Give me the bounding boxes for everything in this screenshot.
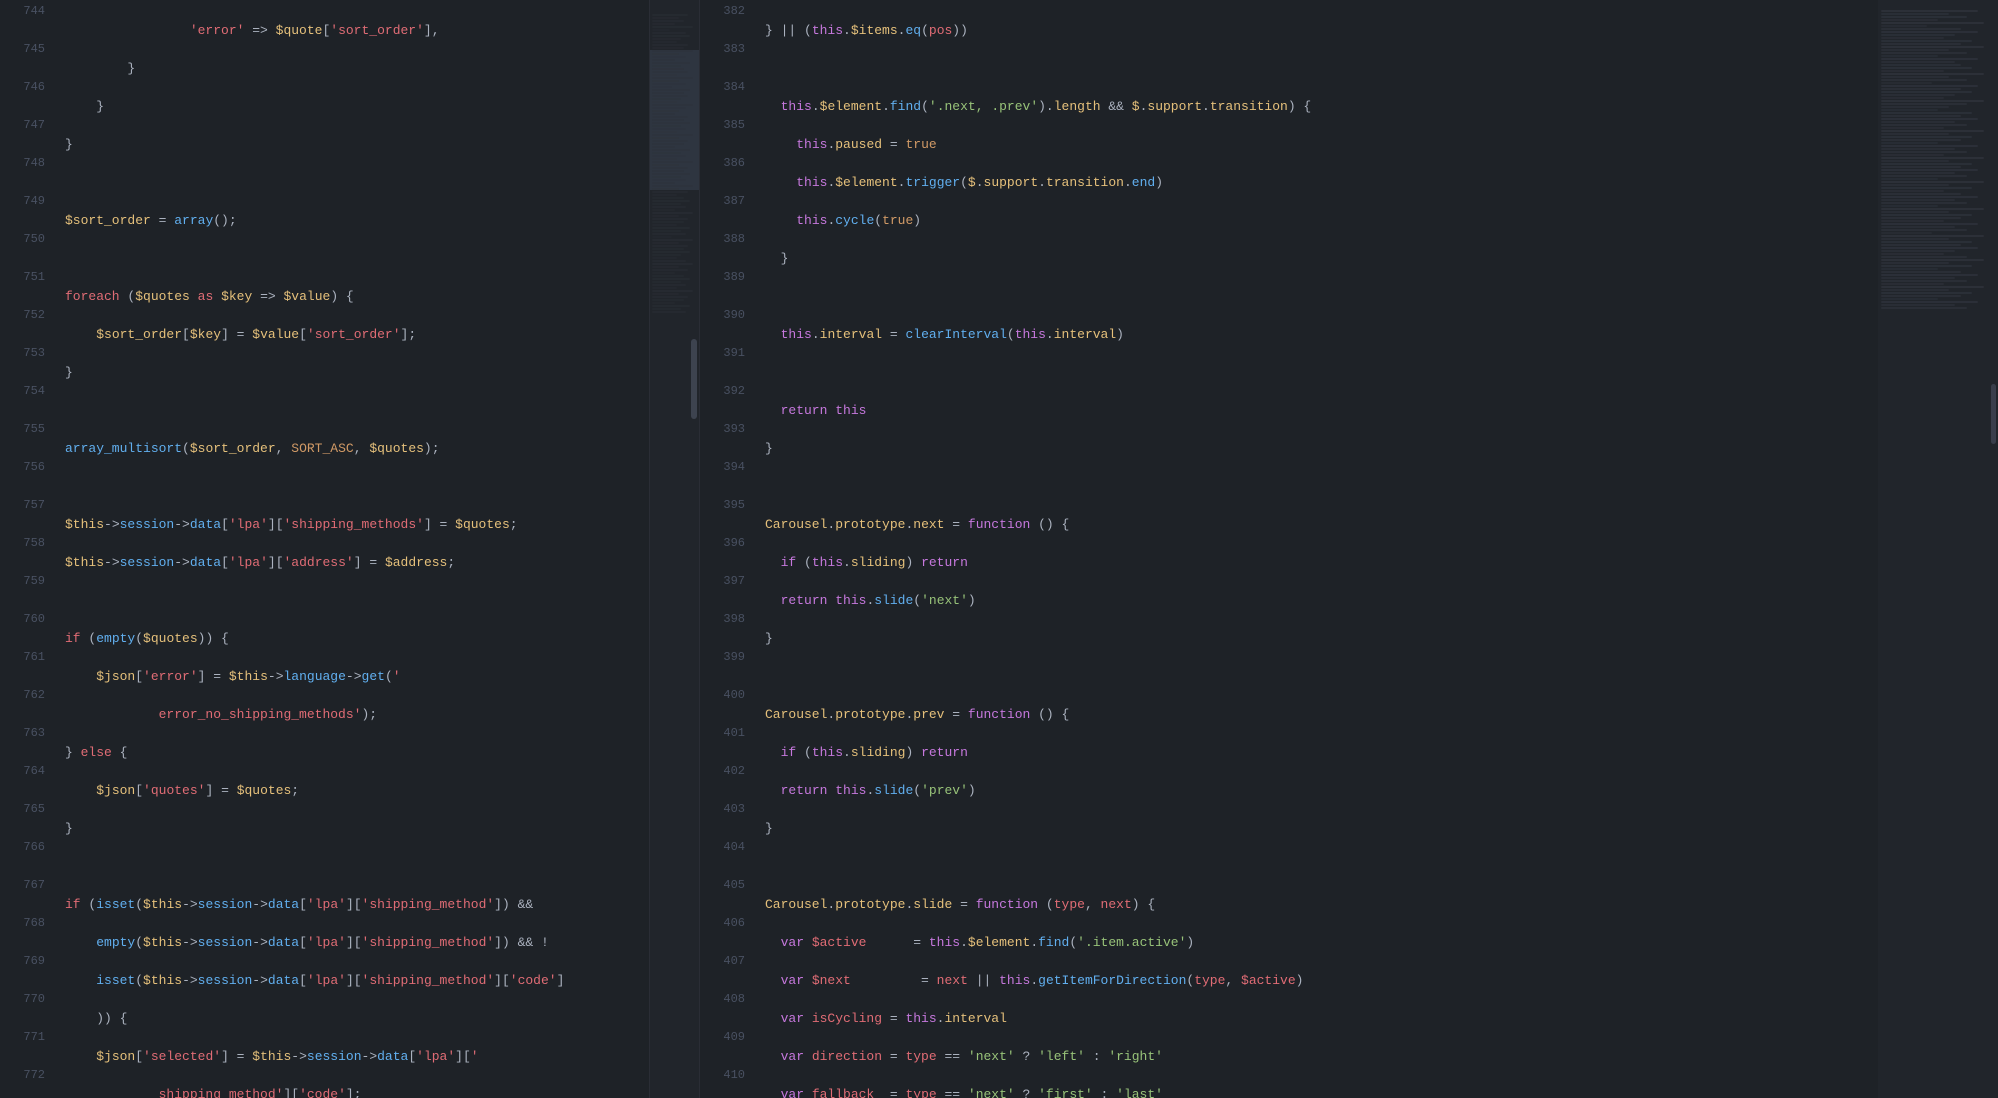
minimap-left [650,10,699,1098]
code-content-right[interactable]: } || (this.$items.eq(pos)) this.$element… [755,0,1878,1098]
middle-scrollbar[interactable] [650,0,700,1098]
right-pane[interactable]: 382 383 384 385 386 387 388 389 390 391 … [700,0,1878,1098]
left-pane[interactable]: 744 745 746 747 748 749 750 751 752 753 … [0,0,650,1098]
editor-container: 744 745 746 747 748 749 750 751 752 753 … [0,0,1998,1098]
line-numbers-right: 382 383 384 385 386 387 388 389 390 391 … [700,0,755,1098]
line-numbers-left: 744 745 746 747 748 749 750 751 752 753 … [0,0,55,1098]
right-minimap[interactable] [1878,0,1998,1098]
code-content-left[interactable]: 'error' => $quote['sort_order'], } } } $… [55,0,649,1098]
